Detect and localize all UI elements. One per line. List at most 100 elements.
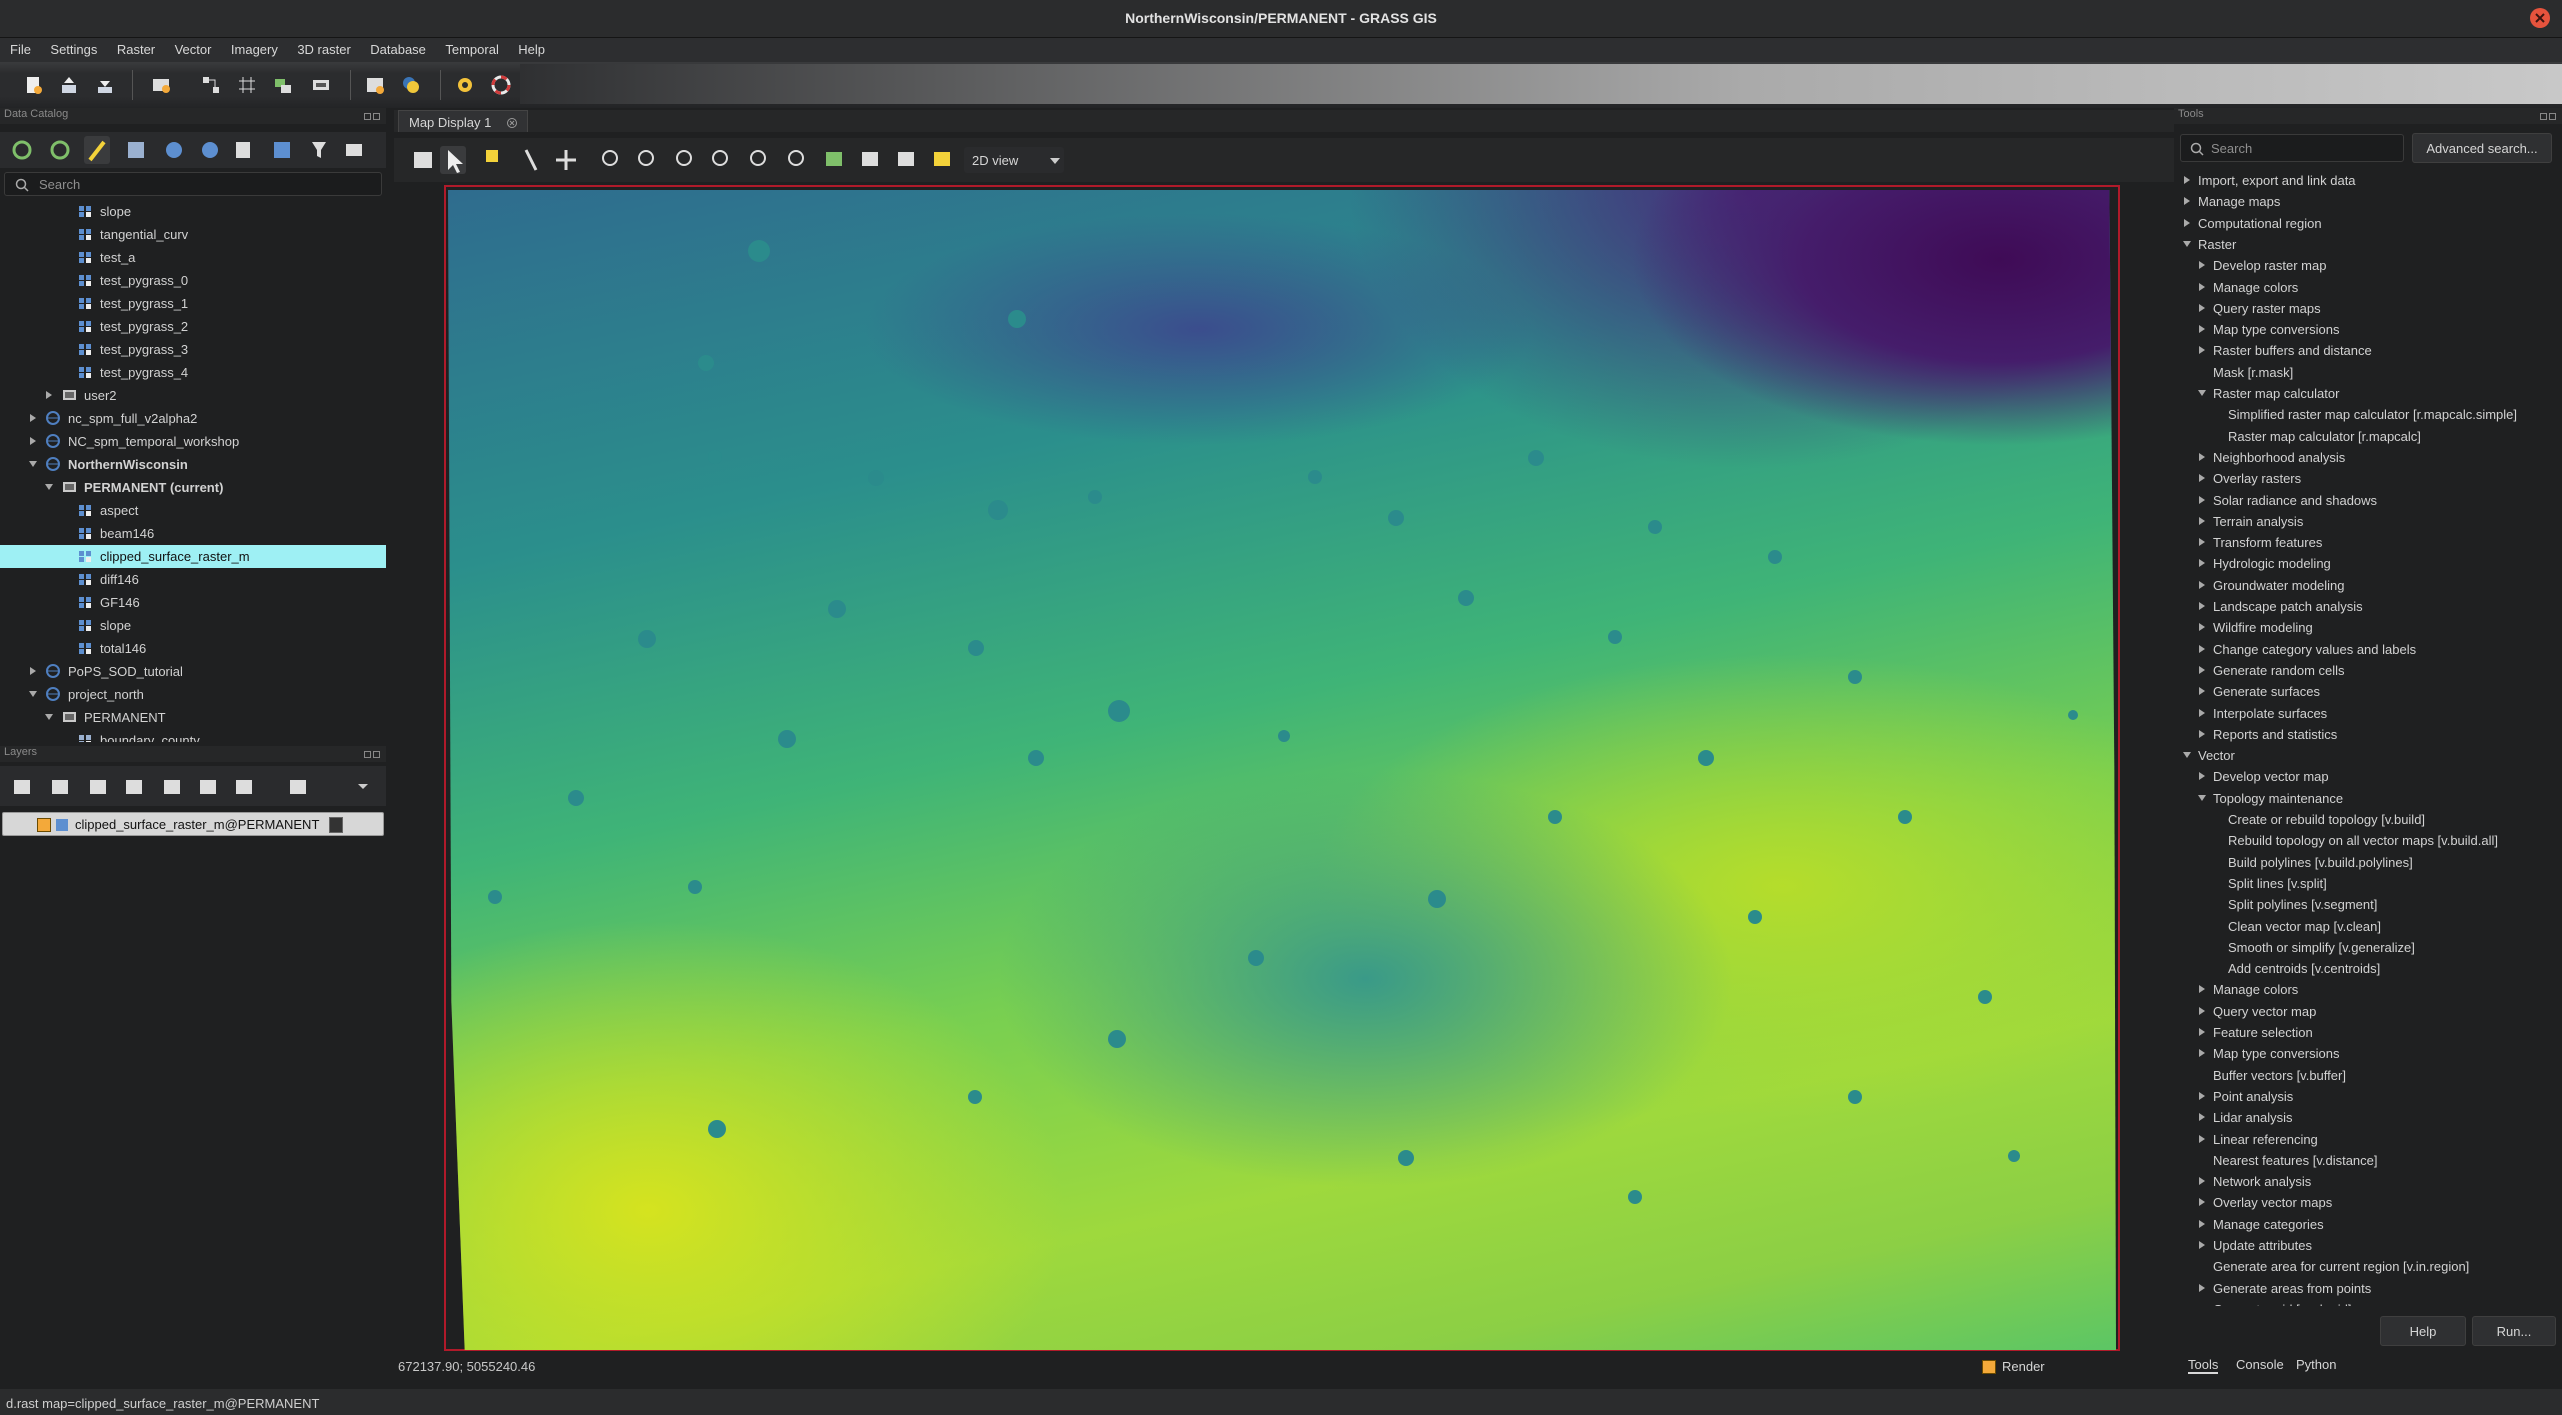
catalog-item[interactable]: GF146 xyxy=(0,591,386,614)
catalog-item[interactable]: clipped_surface_raster_m xyxy=(0,545,386,568)
help-button[interactable] xyxy=(486,70,516,100)
catalog-item[interactable]: tangential_curv xyxy=(0,223,386,246)
catalog-item[interactable]: total146 xyxy=(0,637,386,660)
menu-database[interactable]: Database xyxy=(360,38,431,57)
collapsed-arrow-icon[interactable] xyxy=(28,666,38,676)
catalog-item[interactable]: test_pygrass_3 xyxy=(0,338,386,361)
tool-item[interactable]: Nearest features [v.distance] xyxy=(2180,1150,2560,1171)
collapsed-arrow-icon[interactable] xyxy=(28,413,38,423)
tool-item[interactable]: Import, export and link data xyxy=(2180,170,2560,191)
print-map-button[interactable] xyxy=(306,70,336,100)
tool-item[interactable]: Split polylines [v.segment] xyxy=(2180,894,2560,915)
collapsed-arrow-icon[interactable] xyxy=(2197,771,2207,781)
tool-item[interactable]: Wildfire modeling xyxy=(2180,617,2560,638)
tool-item[interactable]: Update attributes xyxy=(2180,1235,2560,1256)
collapsed-arrow-icon[interactable] xyxy=(2182,175,2192,185)
tool-item[interactable]: Query raster maps xyxy=(2180,298,2560,319)
open-workspace-button[interactable] xyxy=(54,70,84,100)
tool-item[interactable]: Interpolate surfaces xyxy=(2180,703,2560,724)
collapsed-arrow-icon[interactable] xyxy=(2197,601,2207,611)
tab-console[interactable]: Console xyxy=(2236,1357,2284,1372)
tool-item[interactable]: Change category values and labels xyxy=(2180,639,2560,660)
tool-item[interactable]: Manage categories xyxy=(2180,1214,2560,1235)
collapsed-arrow-icon[interactable] xyxy=(2197,1176,2207,1186)
tool-item[interactable]: Generate area for current region [v.in.r… xyxy=(2180,1256,2560,1277)
render-checkbox[interactable] xyxy=(1982,1360,1996,1374)
collapsed-arrow-icon[interactable] xyxy=(2197,708,2207,718)
view-mode-select[interactable]: 2D view xyxy=(964,147,1064,173)
tool-item[interactable]: Clean vector map [v.clean] xyxy=(2180,916,2560,937)
graphical-modeler-button[interactable] xyxy=(196,70,226,100)
tool-item[interactable]: Map type conversions xyxy=(2180,319,2560,340)
collapsed-arrow-icon[interactable] xyxy=(2197,1134,2207,1144)
tool-item[interactable]: Develop raster map xyxy=(2180,255,2560,276)
tools-run-button[interactable]: Run... xyxy=(2472,1316,2556,1346)
tool-item[interactable]: Simplified raster map calculator [r.mapc… xyxy=(2180,404,2560,425)
catalog-item[interactable]: NorthernWisconsin xyxy=(0,453,386,476)
tab-python[interactable]: Python xyxy=(2296,1357,2336,1372)
menu-imagery[interactable]: Imagery xyxy=(221,38,283,57)
collapsed-arrow-icon[interactable] xyxy=(2197,1027,2207,1037)
tool-item[interactable]: Build polylines [v.build.polylines] xyxy=(2180,852,2560,873)
collapsed-arrow-icon[interactable] xyxy=(2197,686,2207,696)
tool-item[interactable]: Develop vector map xyxy=(2180,766,2560,787)
catalog-item[interactable]: test_pygrass_0 xyxy=(0,269,386,292)
tools-help-button[interactable]: Help xyxy=(2380,1316,2466,1346)
tool-item[interactable]: Groundwater modeling xyxy=(2180,575,2560,596)
collapsed-arrow-icon[interactable] xyxy=(2197,622,2207,632)
tool-item[interactable]: Point analysis xyxy=(2180,1086,2560,1107)
tool-item[interactable]: Map type conversions xyxy=(2180,1043,2560,1064)
menu-temporal[interactable]: Temporal xyxy=(435,38,503,57)
close-button[interactable] xyxy=(2530,8,2550,28)
tool-item[interactable]: Terrain analysis xyxy=(2180,511,2560,532)
collapsed-arrow-icon[interactable] xyxy=(2182,196,2192,206)
catalog-item[interactable]: slope xyxy=(0,614,386,637)
tool-item[interactable]: Generate surfaces xyxy=(2180,681,2560,702)
tool-item[interactable]: Manage colors xyxy=(2180,979,2560,1000)
collapsed-arrow-icon[interactable] xyxy=(2197,1240,2207,1250)
settings-button[interactable] xyxy=(450,70,480,100)
collapsed-arrow-icon[interactable] xyxy=(2197,260,2207,270)
menu-vector[interactable]: Vector xyxy=(165,38,217,57)
collapsed-arrow-icon[interactable] xyxy=(2197,665,2207,675)
catalog-item[interactable]: boundary_county xyxy=(0,729,386,742)
tool-item[interactable]: Smooth or simplify [v.generalize] xyxy=(2180,937,2560,958)
layer-row[interactable]: clipped_surface_raster_m@PERMANENT xyxy=(2,812,384,836)
collapsed-arrow-icon[interactable] xyxy=(2197,282,2207,292)
collapsed-arrow-icon[interactable] xyxy=(2197,516,2207,526)
catalog-toolbar-icons[interactable] xyxy=(0,132,386,168)
expanded-arrow-icon[interactable] xyxy=(2182,750,2192,760)
catalog-item[interactable]: PoPS_SOD_tutorial xyxy=(0,660,386,683)
tool-item[interactable]: Manage maps xyxy=(2180,191,2560,212)
tool-item[interactable]: Hydrologic modeling xyxy=(2180,553,2560,574)
expanded-arrow-icon[interactable] xyxy=(44,482,54,492)
catalog-search-input[interactable]: Search xyxy=(4,172,382,196)
tool-item[interactable]: Overlay rasters xyxy=(2180,468,2560,489)
tool-item[interactable]: Feature selection xyxy=(2180,1022,2560,1043)
collapsed-arrow-icon[interactable] xyxy=(2197,537,2207,547)
expanded-arrow-icon[interactable] xyxy=(28,459,38,469)
tool-item[interactable]: Computational region xyxy=(2180,213,2560,234)
tab-map-display-1[interactable]: Map Display 1 xyxy=(398,110,528,132)
tool-item[interactable]: Rebuild topology on all vector maps [v.b… xyxy=(2180,830,2560,851)
tool-item[interactable]: Raster map calculator [r.mapcalc] xyxy=(2180,426,2560,447)
tool-item[interactable]: Create or rebuild topology [v.build] xyxy=(2180,809,2560,830)
collapsed-arrow-icon[interactable] xyxy=(2197,452,2207,462)
catalog-item[interactable]: user2 xyxy=(0,384,386,407)
tool-item[interactable]: Buffer vectors [v.buffer] xyxy=(2180,1065,2560,1086)
collapsed-arrow-icon[interactable] xyxy=(28,436,38,446)
map-toolbar-icons[interactable] xyxy=(394,138,954,182)
catalog-item[interactable]: beam146 xyxy=(0,522,386,545)
composer-button[interactable] xyxy=(268,70,298,100)
tool-item[interactable]: Landscape patch analysis xyxy=(2180,596,2560,617)
georectifier-button[interactable] xyxy=(232,70,262,100)
menu-raster[interactable]: Raster xyxy=(107,38,160,57)
collapsed-arrow-icon[interactable] xyxy=(2197,1006,2207,1016)
tool-item[interactable]: Network analysis xyxy=(2180,1171,2560,1192)
menu-help[interactable]: Help xyxy=(508,38,550,57)
expanded-arrow-icon[interactable] xyxy=(2182,239,2192,249)
collapsed-arrow-icon[interactable] xyxy=(2197,1283,2207,1293)
tool-item[interactable]: Mask [r.mask] xyxy=(2180,362,2560,383)
tool-item[interactable]: Reports and statistics xyxy=(2180,724,2560,745)
collapsed-arrow-icon[interactable] xyxy=(2197,1112,2207,1122)
